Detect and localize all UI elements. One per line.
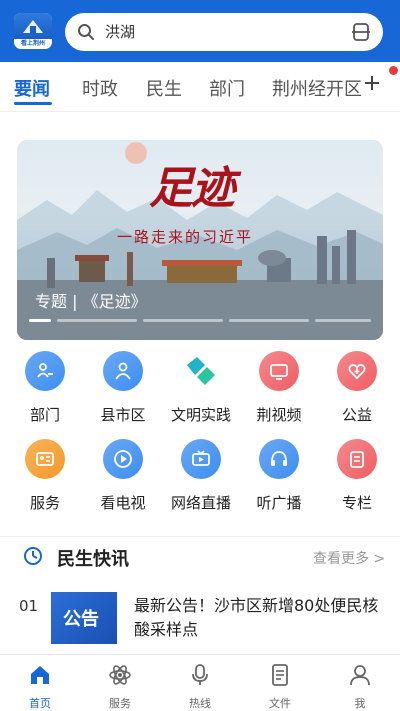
grid-label: 荆视频	[256, 406, 302, 424]
nav-service[interactable]: 服务	[80, 655, 160, 711]
person-icon	[103, 351, 143, 391]
news-list-item[interactable]: 01 公告 最新公告！沙市区新增80处便民核酸采样点	[0, 586, 400, 648]
news-headline: 最新公告！沙市区新增80处便民核酸采样点	[134, 596, 379, 639]
microphone-icon	[192, 664, 208, 685]
user-icon	[350, 665, 370, 686]
tab-jingkaiqu[interactable]: 荆州经开区	[272, 75, 362, 101]
heart-hands-icon	[181, 351, 221, 391]
nav-me[interactable]: 我	[320, 655, 400, 711]
channel-tabs: 要闻 时政 民生 部门 荆州经开区	[0, 62, 400, 112]
carousel-dot	[57, 319, 137, 322]
document-icon	[272, 664, 288, 686]
home-icon	[31, 666, 49, 684]
nav-label: 我	[354, 697, 366, 710]
banner-calligraphy: 足迹	[149, 163, 235, 214]
grid-item-live[interactable]: 网络直播	[166, 436, 236, 516]
news-section-title: 民生快讯	[57, 549, 129, 570]
search-icon	[78, 24, 94, 40]
notification-dot	[389, 66, 398, 75]
charity-heart-icon	[337, 351, 377, 391]
department-icon	[25, 351, 65, 391]
play-icon	[103, 439, 143, 479]
nav-home[interactable]: 首页	[0, 655, 80, 711]
scan-icon[interactable]	[351, 22, 371, 42]
nav-documents[interactable]: 文件	[240, 655, 320, 711]
tv-icon	[259, 351, 299, 391]
carousel-dot-active	[29, 319, 51, 322]
grid-item-watch-tv[interactable]: 看电视	[88, 436, 158, 516]
grid-label: 听广播	[256, 494, 302, 512]
app-logo[interactable]: 看上荆州	[14, 13, 52, 49]
search-bar[interactable]: 洪湖	[65, 13, 383, 51]
thumbnail-text: 公告	[63, 609, 99, 630]
grid-item-service[interactable]: 服务	[10, 436, 80, 516]
news-rank: 01	[19, 597, 39, 615]
logo-text: 看上荆州	[20, 40, 45, 47]
grid-label: 部门	[29, 406, 60, 424]
headphones-icon	[259, 439, 299, 479]
bottom-nav: 首页 服务 热线 文件 我	[0, 654, 400, 711]
atom-icon	[109, 665, 131, 685]
add-channel-icon[interactable]	[362, 73, 382, 93]
carousel-dot	[315, 319, 371, 322]
nav-label: 服务	[109, 697, 131, 710]
function-grid: 部门 县市区 文明实践 荆视频 公益 服务 看电视 网络直播 听广播 专栏	[0, 348, 400, 523]
grid-label: 看电视	[100, 494, 146, 512]
grid-label: 网络直播	[170, 494, 231, 512]
search-text: 洪湖	[105, 23, 136, 41]
grid-item-charity[interactable]: 公益	[322, 348, 392, 428]
grid-label: 公益	[341, 406, 372, 424]
grid-label: 专栏	[341, 494, 372, 512]
logo-graphic	[14, 13, 52, 39]
tab-bumen[interactable]: 部门	[209, 75, 245, 101]
banner-subtitle: 一路走来的习近平	[117, 228, 254, 246]
nav-label: 热线	[189, 697, 211, 710]
sun-graphic	[125, 142, 147, 164]
carousel-dot	[229, 319, 309, 322]
news-thumbnail: 公告	[51, 592, 117, 644]
tab-yaowen[interactable]: 要闻	[14, 75, 50, 101]
grid-item-county[interactable]: 县市区	[88, 348, 158, 428]
feature-banner[interactable]: 足迹 一路走来的习近平 专题 | 《足迹》	[17, 140, 383, 340]
banner-caption: 专题 | 《足迹》	[35, 292, 147, 311]
tab-minsheng[interactable]: 民生	[146, 75, 182, 101]
view-more-link[interactable]: 查看更多 >	[313, 548, 385, 568]
grid-label: 服务	[29, 494, 60, 512]
active-tab-indicator	[14, 102, 52, 105]
grid-item-video[interactable]: 荆视频	[244, 348, 314, 428]
grid-label: 文明实践	[170, 406, 231, 424]
carousel-dot	[143, 319, 223, 322]
grid-item-radio[interactable]: 听广播	[244, 436, 314, 516]
grid-item-column[interactable]: 专栏	[322, 436, 392, 516]
live-video-icon	[181, 439, 221, 479]
news-section-header: 民生快讯 查看更多 >	[0, 536, 400, 576]
grid-item-civilization[interactable]: 文明实践	[166, 348, 236, 428]
column-doc-icon	[337, 439, 377, 479]
grid-item-department[interactable]: 部门	[10, 348, 80, 428]
nav-label: 首页	[29, 697, 51, 710]
tab-shizheng[interactable]: 时政	[82, 75, 118, 101]
clock-icon	[24, 547, 42, 565]
grid-label: 县市区	[100, 406, 146, 424]
carousel-indicator	[29, 319, 371, 322]
id-card-icon	[25, 439, 65, 479]
nav-hotline[interactable]: 热线	[160, 655, 240, 711]
top-header: 看上荆州 洪湖	[0, 0, 400, 62]
nav-label: 文件	[269, 697, 291, 710]
